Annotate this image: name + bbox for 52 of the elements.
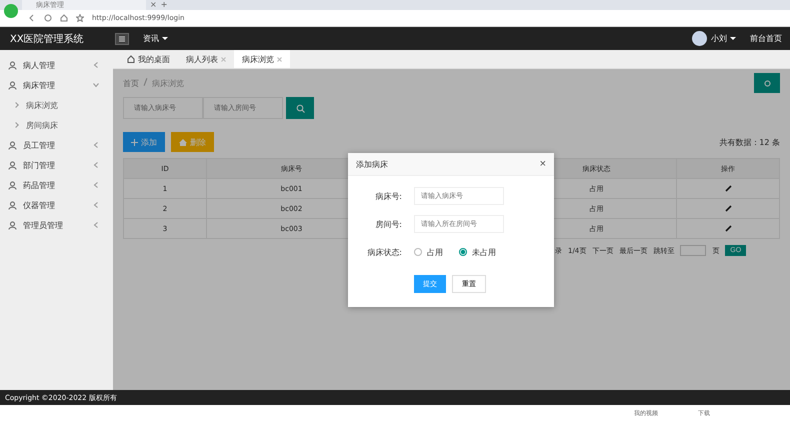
field-label: 房间号: — [374, 218, 403, 230]
app-title: XX医院管理系统 — [9, 32, 85, 46]
pencil-icon — [724, 205, 732, 212]
reload-icon — [44, 14, 52, 22]
person-icon — [8, 140, 17, 150]
refresh-button[interactable] — [754, 73, 780, 93]
search-icon — [296, 104, 304, 112]
home-icon — [60, 14, 68, 22]
sidebar-item[interactable]: 部门管理 — [0, 155, 113, 175]
person-icon — [8, 180, 17, 190]
search-button[interactable] — [286, 97, 314, 119]
pencil-icon — [724, 225, 732, 232]
breadcrumb-item: 病床浏览 — [152, 78, 184, 88]
person-icon — [8, 160, 17, 170]
refresh-icon — [764, 80, 770, 86]
sidebar-item[interactable]: 病床管理 — [0, 75, 113, 95]
close-tab-button[interactable]: × — [150, 0, 157, 10]
back-icon — [28, 14, 36, 22]
menu-icon — [115, 32, 129, 44]
radio-option[interactable]: 占用 — [414, 246, 443, 258]
avatar[interactable] — [692, 31, 707, 46]
field-label: 病床状态: — [366, 246, 403, 258]
sidebar-item[interactable]: 仪器管理 — [0, 195, 113, 215]
radio-option[interactable]: 未占用 — [459, 246, 496, 258]
person-icon — [8, 80, 17, 90]
person-icon — [8, 60, 17, 70]
close-button[interactable]: × — [540, 158, 546, 170]
star-icon — [76, 14, 84, 22]
home-icon — [179, 138, 187, 146]
page-number-field[interactable] — [680, 245, 706, 256]
sidebar-subitem[interactable]: 病床浏览 — [0, 95, 113, 115]
sidebar-item[interactable]: 病人管理 — [0, 55, 113, 75]
person-icon — [8, 200, 17, 210]
person-icon — [8, 220, 17, 230]
sidebar-subitem[interactable]: 房间病床 — [0, 115, 113, 135]
sidebar-item[interactable]: 药品管理 — [0, 175, 113, 195]
sidebar-item[interactable]: 管理员管理 — [0, 215, 113, 235]
close-icon — [221, 56, 226, 62]
tab[interactable]: 病床浏览 — [234, 50, 290, 68]
home-link[interactable]: 前台首页 — [750, 33, 782, 44]
total-count: 共有数据：12 条 — [719, 136, 780, 148]
tab[interactable]: 病人列表 — [178, 50, 234, 68]
user-menu[interactable]: 小刘 — [711, 33, 736, 44]
sidebar-item[interactable]: 员工管理 — [0, 135, 113, 155]
field-label: 病床号: — [374, 190, 403, 202]
info-menu[interactable]: 资讯 — [143, 33, 168, 44]
browser-logo — [4, 4, 18, 18]
pencil-icon — [724, 185, 732, 192]
home-icon — [127, 55, 135, 63]
tab[interactable]: 我的桌面 — [119, 50, 178, 68]
new-tab-button[interactable]: + — [160, 0, 168, 10]
close-icon — [277, 56, 282, 62]
